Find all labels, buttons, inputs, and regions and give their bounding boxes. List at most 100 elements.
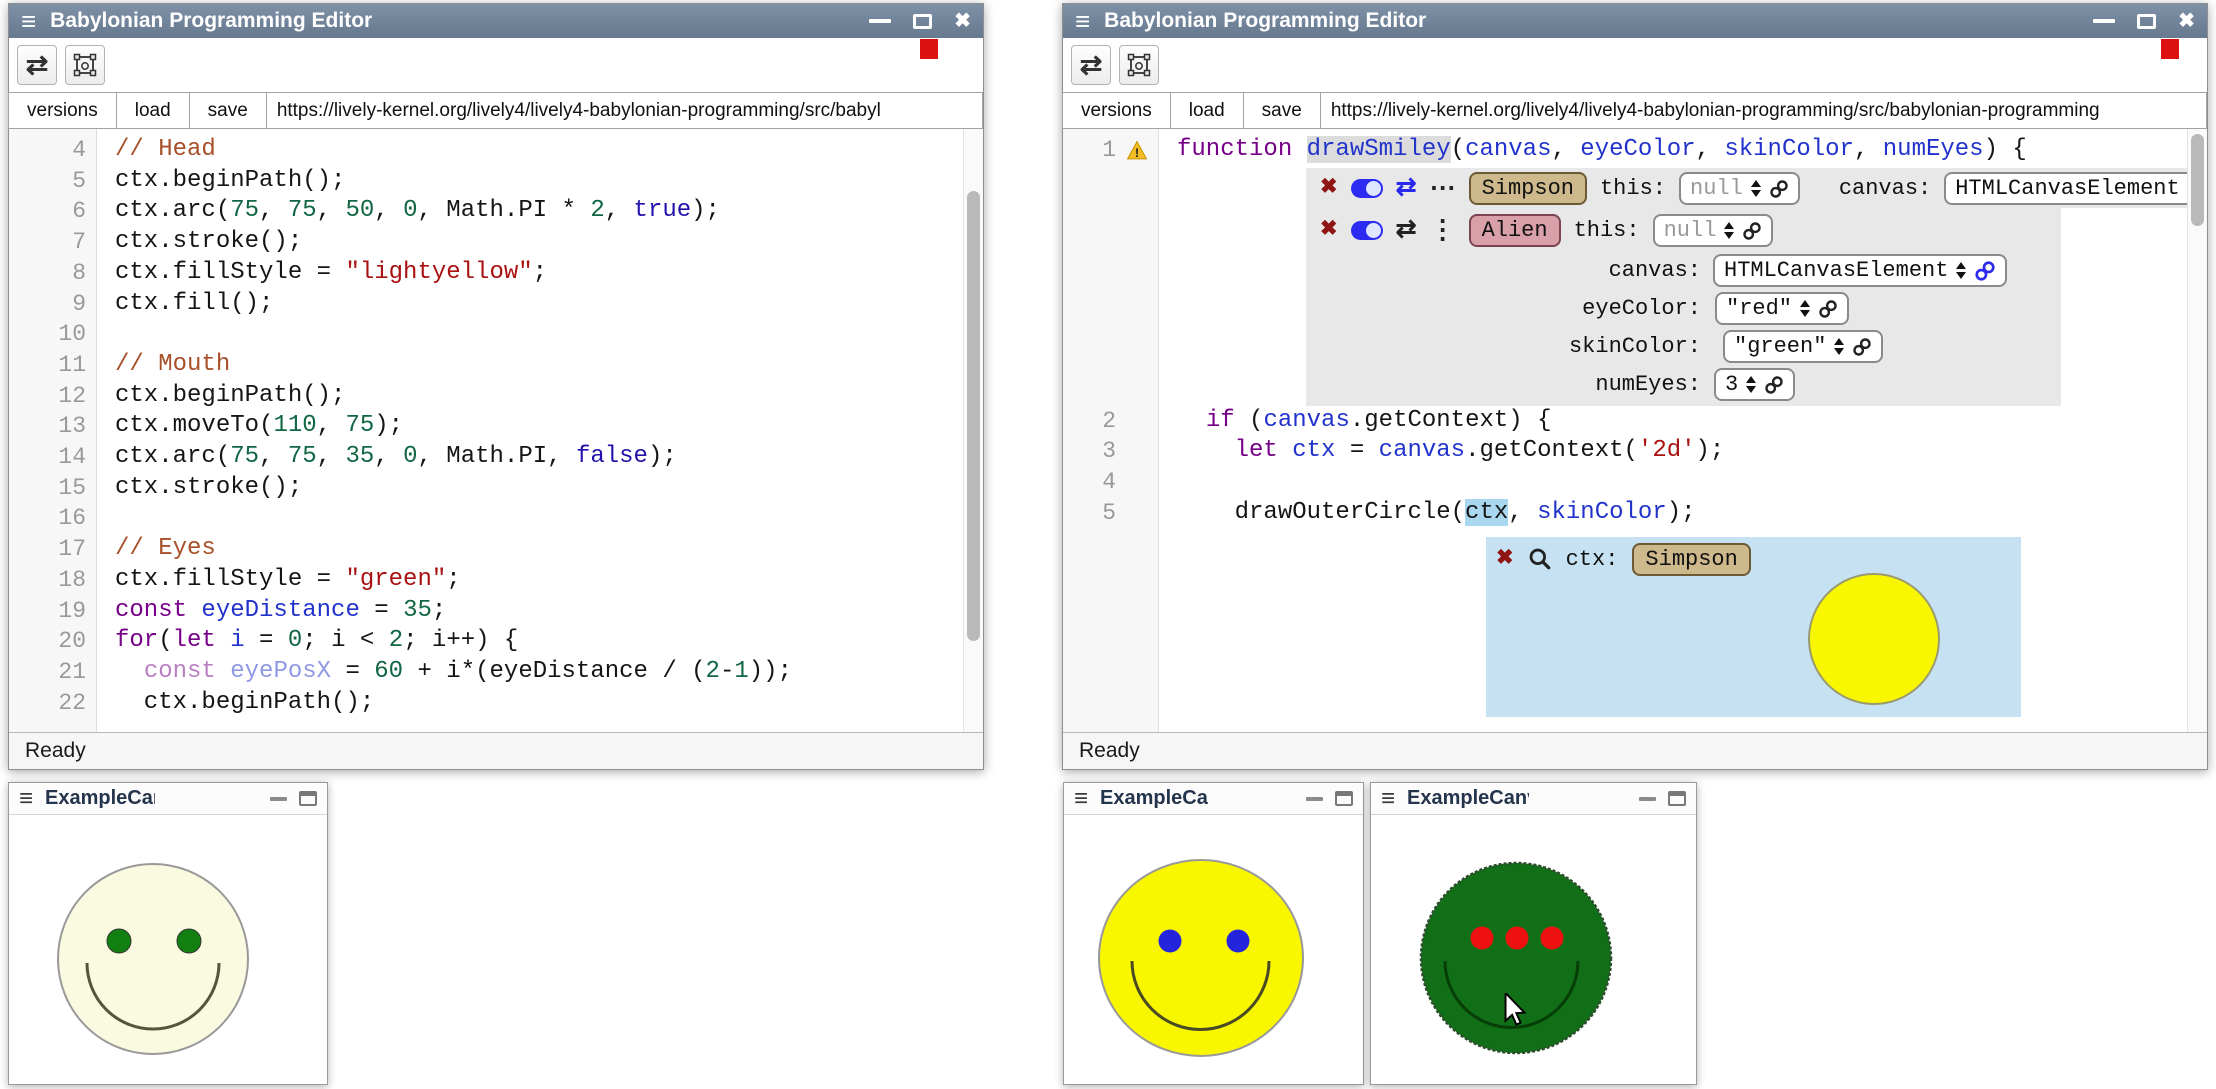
titlebar[interactable]: ≡ Babylonian Programming Editor ✖ (9, 4, 983, 38)
value-input[interactable]: null (1679, 172, 1800, 205)
stepper-icon[interactable] (1834, 338, 1844, 355)
value-input[interactable]: 3 (1714, 368, 1795, 401)
vertical-scrollbar[interactable] (2187, 129, 2207, 732)
vertical-scrollbar[interactable] (963, 129, 983, 732)
code-line[interactable]: ctx.stroke(); (97, 473, 963, 504)
versions-button[interactable]: versions (1062, 92, 1171, 129)
maximize-icon[interactable] (1335, 791, 1353, 806)
minimize-icon[interactable] (869, 19, 891, 23)
value-input[interactable]: HTMLCanvasElement (1944, 172, 2187, 205)
value-input[interactable]: null (1653, 214, 1774, 247)
example-badge[interactable]: Simpson (1469, 172, 1587, 205)
more-options-icon[interactable]: ⋯ (1430, 180, 1456, 198)
code-line[interactable]: ctx.arc(75, 75, 50, 0, Math.PI * 2, true… (97, 196, 963, 227)
link-icon[interactable] (1769, 179, 1789, 199)
stepper-icon[interactable] (1751, 180, 1761, 197)
maximize-icon[interactable] (2137, 14, 2156, 29)
code-line[interactable] (1159, 467, 2187, 498)
code-line[interactable]: // Head (97, 135, 963, 166)
url-field[interactable]: https://lively-kernel.org/lively4/lively… (266, 92, 983, 129)
link-icon[interactable] (1742, 221, 1762, 241)
link-icon[interactable] (1764, 375, 1784, 395)
save-button[interactable]: save (1243, 92, 1321, 129)
transform-button[interactable] (1119, 45, 1159, 85)
minimize-icon[interactable] (1306, 797, 1323, 801)
maximize-icon[interactable] (1668, 791, 1686, 806)
window-menu-icon[interactable]: ≡ (19, 787, 33, 811)
titlebar[interactable]: ≡ Babylonian Programming Editor ✖ (1063, 4, 2207, 38)
swap-button[interactable]: ⇄ (1071, 45, 1111, 85)
code-line[interactable]: ctx.moveTo(110, 75); (97, 411, 963, 442)
titlebar[interactable]: ≡ ExampleCanvas (9, 783, 327, 815)
code-editor[interactable]: 45678910111213141516171819202122 // Head… (9, 129, 983, 732)
code-line[interactable]: ctx.beginPath(); (97, 166, 963, 197)
window-menu-icon[interactable]: ≡ (1074, 787, 1088, 811)
code-line[interactable] (97, 503, 963, 534)
url-field[interactable]: https://lively-kernel.org/lively4/lively… (1320, 92, 2207, 129)
code-line[interactable]: ctx.fill(); (97, 289, 963, 320)
scrollbar-thumb[interactable] (967, 191, 980, 641)
code-line[interactable]: let ctx = canvas.getContext('2d'); (1159, 436, 2187, 467)
maximize-icon[interactable] (913, 14, 932, 29)
value-input[interactable]: "red" (1715, 292, 1849, 325)
close-icon[interactable]: ✖ (2178, 11, 2195, 31)
load-button[interactable]: load (116, 92, 190, 129)
link-icon[interactable] (1974, 260, 1996, 282)
maximize-icon[interactable] (299, 791, 317, 806)
load-button[interactable]: load (1170, 92, 1244, 129)
transform-button[interactable] (65, 45, 105, 85)
window-menu-icon[interactable]: ≡ (21, 8, 36, 34)
delete-example-icon[interactable]: ✖ (1320, 178, 1338, 199)
minimize-icon[interactable] (270, 797, 287, 801)
stepper-icon[interactable] (1724, 222, 1734, 239)
link-icon[interactable] (1852, 337, 1872, 357)
stepper-icon[interactable] (1956, 262, 1966, 279)
magnifier-icon[interactable] (1528, 547, 1552, 571)
swap-button[interactable]: ⇄ (17, 45, 57, 85)
code-editor[interactable]: 1 ! 2 3 4 5 function drawSmiley(canvas, … (1063, 129, 2207, 732)
code-line[interactable]: ctx.fillStyle = "lightyellow"; (97, 258, 963, 289)
minimize-icon[interactable] (1639, 797, 1656, 801)
trace-icon[interactable]: ⇄ (1396, 218, 1417, 243)
code-line[interactable]: // Mouth (97, 350, 963, 381)
example-canvas-window-3: ≡ ExampleCanvas (1370, 782, 1697, 1085)
code-line[interactable]: if (canvas.getContext) { (1159, 406, 2187, 437)
more-options-icon[interactable]: ⋮ (1430, 222, 1456, 240)
window-menu-icon[interactable]: ≡ (1381, 787, 1395, 811)
trace-icon[interactable]: ⇄ (1396, 176, 1417, 201)
line-number: 6 (9, 196, 96, 227)
example-toggle[interactable] (1351, 179, 1383, 198)
warning-icon[interactable]: ! (1126, 140, 1148, 161)
stepper-icon[interactable] (1746, 376, 1756, 393)
delete-example-icon[interactable]: ✖ (1320, 220, 1338, 241)
example-toggle[interactable] (1351, 221, 1383, 240)
save-button[interactable]: save (189, 92, 267, 129)
example-badge[interactable]: Alien (1469, 214, 1561, 247)
titlebar[interactable]: ≡ ExampleCanvas (1371, 783, 1696, 815)
code-line[interactable]: const eyeDistance = 35; (97, 596, 963, 627)
code-line[interactable]: ctx.arc(75, 75, 35, 0, Math.PI, false); (97, 442, 963, 473)
code-line[interactable]: for(let i = 0; i < 2; i++) { (97, 626, 963, 657)
value-input[interactable]: HTMLCanvasElement (1713, 254, 2007, 287)
code-line[interactable] (97, 319, 963, 350)
stepper-icon[interactable] (1800, 300, 1810, 317)
code-line[interactable]: function drawSmiley(canvas, eyeColor, sk… (1159, 135, 2187, 166)
value-input[interactable]: "green" (1723, 330, 1883, 363)
code-line[interactable]: // Eyes (97, 534, 963, 565)
versions-button[interactable]: versions (8, 92, 117, 129)
link-icon[interactable] (1818, 299, 1838, 319)
minimize-icon[interactable] (2093, 19, 2115, 23)
window-menu-icon[interactable]: ≡ (1075, 8, 1090, 34)
code-line[interactable]: ctx.fillStyle = "green"; (97, 565, 963, 596)
titlebar[interactable]: ≡ ExampleCanvas (1064, 783, 1363, 815)
code-line[interactable]: ctx.beginPath(); (97, 381, 963, 412)
probe-example-badge[interactable]: Simpson (1632, 543, 1750, 576)
scrollbar-thumb[interactable] (2191, 134, 2204, 226)
code-line[interactable]: ctx.stroke(); (97, 227, 963, 258)
close-icon[interactable]: ✖ (954, 11, 971, 31)
code-line[interactable]: drawOuterCircle(ctx, skinColor); (1159, 498, 2187, 529)
code-line[interactable]: ctx.beginPath(); (97, 688, 963, 719)
code-line[interactable]: const eyePosX = 60 + i*(eyeDistance / (2… (97, 657, 963, 688)
swap-icon: ⇄ (26, 52, 49, 79)
close-probe-icon[interactable]: ✖ (1496, 549, 1514, 570)
